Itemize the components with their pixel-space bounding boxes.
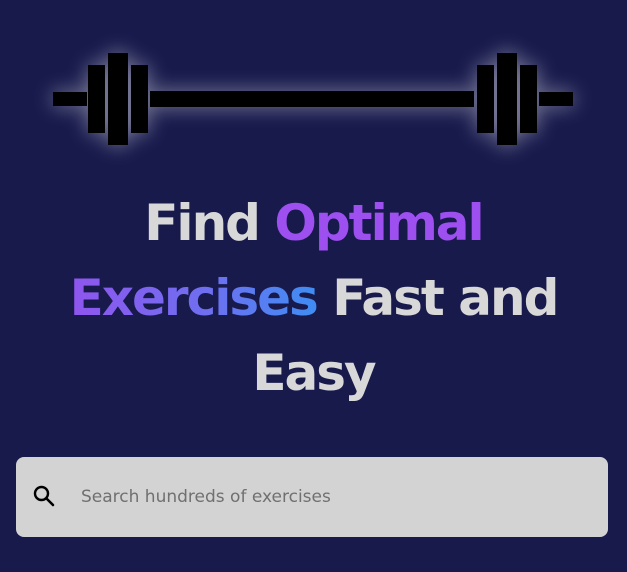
barbell-icon [53,53,573,145]
headline-optimal: Optimal [274,194,484,252]
page-title: Find Optimal Exercises Fast and Easy [0,186,627,411]
search-input[interactable] [81,482,581,512]
headline-line-1: Find Optimal [0,186,627,261]
search-icon[interactable] [32,484,56,508]
page: Find Optimal Exercises Fast and Easy [0,0,627,572]
headline-line-3: Easy [0,336,627,411]
headline-line-2: Exercises Fast and [0,261,627,336]
headline-fast-and: Fast and [316,269,559,327]
headline-find: Find [144,194,275,252]
headline-exercises: Exercises [69,269,319,327]
headline-easy: Easy [252,344,376,402]
